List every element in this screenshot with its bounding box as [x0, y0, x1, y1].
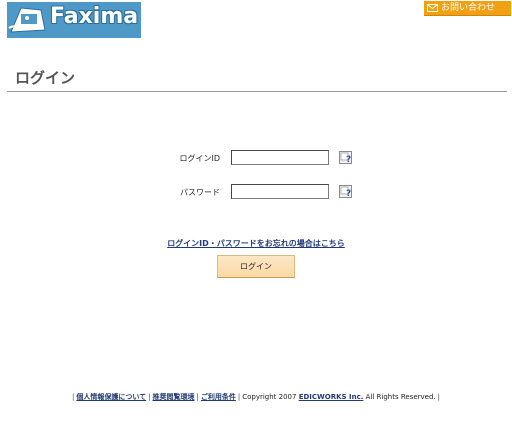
contact-button[interactable]: お問い合わせ — [424, 1, 511, 16]
login-id-help-icon[interactable]: ? — [339, 151, 352, 164]
envelope-icon — [427, 4, 438, 12]
page-title: ログイン — [15, 69, 76, 87]
login-id-input[interactable] — [231, 150, 329, 165]
privacy-link[interactable]: 個人情報保護について — [76, 393, 146, 401]
svg-text:?: ? — [346, 155, 351, 164]
forgot-credentials-link[interactable]: ログインID・パスワードをお忘れの場合はこちら — [167, 239, 345, 248]
footer: | 個人情報保護について | 推奨閲覧環境 | ご利用条件 | Copyright 2007 … — [71, 393, 441, 401]
contact-label: お問い合わせ — [441, 2, 496, 13]
rights-text: All Rights Reserved. — [365, 393, 436, 401]
title-divider — [7, 91, 507, 92]
terms-link[interactable]: ご利用条件 — [201, 393, 236, 401]
copyright-text: Copyright 2007 — [242, 393, 297, 401]
recommended-environment-link[interactable]: 推奨閲覧環境 — [153, 393, 195, 401]
login-button[interactable]: ログイン — [217, 255, 295, 278]
password-label: パスワード — [180, 188, 220, 197]
faxima-logo[interactable]: Faxima — [7, 2, 141, 38]
password-help-icon[interactable]: ? — [339, 185, 352, 198]
logo-text: Faxima — [50, 4, 139, 29]
company-link[interactable]: EDICWORKS Inc. — [299, 393, 364, 401]
login-id-label: ログインID — [179, 154, 220, 163]
login-button-label: ログイン — [240, 262, 272, 271]
forgot-link-row: ログインID・パスワードをお忘れの場合はこちら — [0, 231, 512, 250]
svg-text:?: ? — [346, 189, 351, 198]
password-input[interactable] — [231, 184, 329, 199]
